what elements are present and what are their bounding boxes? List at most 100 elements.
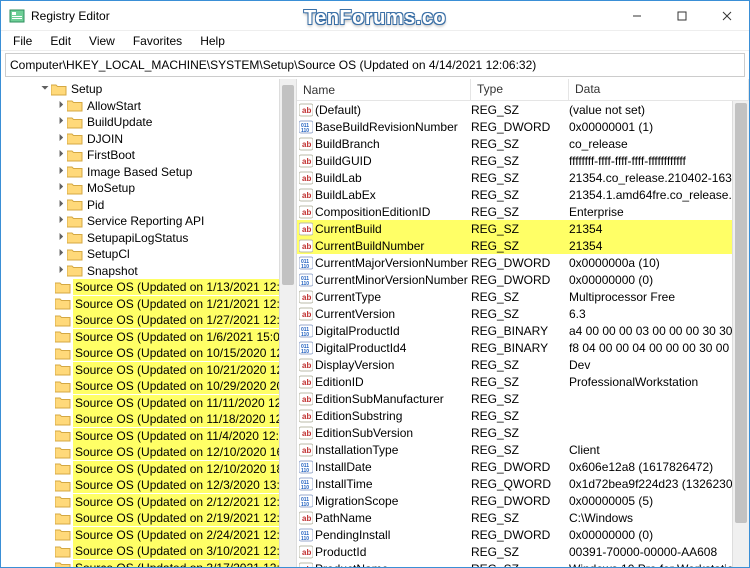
value-type-icon: ab (297, 103, 315, 117)
tree-expander[interactable]: ⏵ (55, 213, 67, 229)
tree-expander[interactable]: ⏵ (55, 180, 67, 196)
tree-expander[interactable]: ⏵ (55, 98, 67, 114)
value-row[interactable]: 011110InstallDateREG_DWORD0x606e12a8 (16… (297, 458, 749, 475)
values-scrollbar[interactable] (732, 101, 749, 567)
tree-node[interactable]: ⏵MoSetup (1, 180, 296, 197)
value-row[interactable]: abPathNameREG_SZC:\Windows (297, 509, 749, 526)
value-row[interactable]: abBuildLabExREG_SZ21354.1.amd64fre.co_re… (297, 186, 749, 203)
value-row[interactable]: abEditionSubstringREG_SZ (297, 407, 749, 424)
value-type-icon: ab (297, 307, 315, 321)
tree-node[interactable]: Source OS (Updated on 2/19/2021 12:07:50… (1, 510, 296, 527)
tree-node[interactable]: Source OS (Updated on 3/17/2021 12:09:02… (1, 560, 296, 568)
menu-edit[interactable]: Edit (42, 32, 79, 50)
value-row[interactable]: abCurrentBuildNumberREG_SZ21354 (297, 237, 749, 254)
tree-node[interactable]: Source OS (Updated on 12/10/2020 16:22:3… (1, 444, 296, 461)
value-name: DigitalProductId4 (315, 341, 406, 355)
address-bar[interactable]: Computer\HKEY_LOCAL_MACHINE\SYSTEM\Setup… (5, 53, 745, 77)
tree-node[interactable]: ⏵Image Based Setup (1, 164, 296, 181)
value-row[interactable]: abProductNameREG_SZWindows 10 Pro for Wo… (297, 560, 749, 567)
tree-node[interactable]: ⏵Pid (1, 197, 296, 214)
minimize-button[interactable] (614, 1, 659, 30)
tree-expander[interactable]: ⏵ (55, 197, 67, 213)
tree-node[interactable]: Source OS (Updated on 11/18/2020 12:10:2… (1, 411, 296, 428)
tree-node[interactable]: Source OS (Updated on 12/10/2020 18:17:4… (1, 461, 296, 478)
tree-expander[interactable]: ⏵ (55, 147, 67, 163)
value-row[interactable]: 011110BaseBuildRevisionNumberREG_DWORD0x… (297, 118, 749, 135)
tree-expander[interactable]: ⏵ (55, 114, 67, 130)
col-name[interactable]: Name (297, 79, 471, 100)
tree-node[interactable]: ⏷Setup (1, 81, 296, 98)
tree-node[interactable]: Source OS (Updated on 1/21/2021 12:17:12… (1, 296, 296, 313)
tree-node[interactable]: ⏵SetupapiLogStatus (1, 230, 296, 247)
value-row[interactable]: 011110PendingInstallREG_DWORD0x00000000 … (297, 526, 749, 543)
value-row[interactable]: abEditionSubVersionREG_SZ (297, 424, 749, 441)
value-data: 21354.1.amd64fre.co_release.210402-1630 (569, 188, 749, 202)
tree-node[interactable]: ⏵SetupCl (1, 246, 296, 263)
tree-node[interactable]: ⏵BuildUpdate (1, 114, 296, 131)
value-row[interactable]: 011110CurrentMinorVersionNumberREG_DWORD… (297, 271, 749, 288)
value-name: PendingInstall (315, 528, 390, 542)
col-data[interactable]: Data (569, 79, 749, 100)
value-row[interactable]: abCurrentBuildREG_SZ21354 (297, 220, 749, 237)
values-pane[interactable]: Name Type Data ab(Default)REG_SZ(value n… (297, 79, 749, 567)
menu-bar: File Edit View Favorites Help (1, 31, 749, 51)
column-headers[interactable]: Name Type Data (297, 79, 749, 101)
tree-expander[interactable]: ⏵ (55, 246, 67, 262)
value-row[interactable]: abCurrentVersionREG_SZ6.3 (297, 305, 749, 322)
value-row[interactable]: 011110CurrentMajorVersionNumberREG_DWORD… (297, 254, 749, 271)
tree-expander[interactable]: ⏵ (55, 263, 67, 279)
value-row[interactable]: 011110DigitalProductIdREG_BINARYa4 00 00… (297, 322, 749, 339)
value-data: 0x00000000 (0) (569, 273, 749, 287)
tree-expander[interactable]: ⏵ (55, 131, 67, 147)
value-row[interactable]: abEditionSubManufacturerREG_SZ (297, 390, 749, 407)
value-row[interactable]: abInstallationTypeREG_SZClient (297, 441, 749, 458)
tree-node[interactable]: ⏵DJOIN (1, 131, 296, 148)
tree-node[interactable]: Source OS (Updated on 10/15/2020 12:23:1… (1, 345, 296, 362)
tree-node[interactable]: ⏵Service Reporting API (1, 213, 296, 230)
tree-node[interactable]: Source OS (Updated on 1/27/2021 12:11:00… (1, 312, 296, 329)
tree-node[interactable]: Source OS (Updated on 3/10/2021 12:13:19… (1, 543, 296, 560)
tree-expander[interactable]: ⏷ (39, 81, 51, 97)
tree-node[interactable]: Source OS (Updated on 2/12/2021 12:12:22… (1, 494, 296, 511)
menu-help[interactable]: Help (192, 32, 233, 50)
tree-node[interactable]: Source OS (Updated on 2/24/2021 12:19:16… (1, 527, 296, 544)
tree-node[interactable]: ⏵AllowStart (1, 98, 296, 115)
value-row[interactable]: ab(Default)REG_SZ(value not set) (297, 101, 749, 118)
tree-pane[interactable]: ⏷Setup⏵AllowStart⏵BuildUpdate⏵DJOIN⏵Firs… (1, 79, 297, 567)
value-row[interactable]: abProductIdREG_SZ00391-70000-00000-AA608 (297, 543, 749, 560)
tree-node[interactable]: Source OS (Updated on 10/29/2020 20:12:4… (1, 378, 296, 395)
tree-expander[interactable]: ⏵ (55, 230, 67, 246)
value-row[interactable]: abCurrentTypeREG_SZMultiprocessor Free (297, 288, 749, 305)
tree-node[interactable]: Source OS (Updated on 11/4/2020 12:18:55… (1, 428, 296, 445)
value-row[interactable]: abBuildBranchREG_SZco_release (297, 135, 749, 152)
tree-node[interactable]: Source OS (Updated on 11/11/2020 12:06:3… (1, 395, 296, 412)
close-button[interactable] (704, 1, 749, 30)
menu-file[interactable]: File (5, 32, 40, 50)
value-row[interactable]: 011110MigrationScopeREG_DWORD0x00000005 … (297, 492, 749, 509)
value-name: BuildGUID (315, 154, 372, 168)
tree-expander[interactable]: ⏵ (55, 164, 67, 180)
menu-view[interactable]: View (81, 32, 123, 50)
tree-node[interactable]: Source OS (Updated on 1/13/2021 12:14:43… (1, 279, 296, 296)
value-name: BuildLabEx (315, 188, 376, 202)
folder-icon (55, 511, 71, 525)
menu-favorites[interactable]: Favorites (125, 32, 190, 50)
maximize-button[interactable] (659, 1, 704, 30)
tree-node[interactable]: ⏵FirstBoot (1, 147, 296, 164)
tree-node[interactable]: ⏵Snapshot (1, 263, 296, 280)
value-row[interactable]: abBuildLabREG_SZ21354.co_release.210402-… (297, 169, 749, 186)
value-row[interactable]: abEditionIDREG_SZProfessionalWorkstation (297, 373, 749, 390)
value-row[interactable]: abDisplayVersionREG_SZDev (297, 356, 749, 373)
tree-node[interactable]: Source OS (Updated on 10/21/2020 12:15:1… (1, 362, 296, 379)
value-row[interactable]: abCompositionEditionIDREG_SZEnterprise (297, 203, 749, 220)
tree-label: Source OS (Updated on 10/29/2020 20:12:4… (73, 378, 297, 394)
tree-scrollbar[interactable] (279, 79, 296, 567)
tree-node[interactable]: Source OS (Updated on 12/3/2020 13:56:00… (1, 477, 296, 494)
value-row[interactable]: 011110DigitalProductId4REG_BINARYf8 04 0… (297, 339, 749, 356)
value-row[interactable]: abBuildGUIDREG_SZffffffff-ffff-ffff-ffff… (297, 152, 749, 169)
value-type: REG_SZ (471, 392, 569, 406)
col-type[interactable]: Type (471, 79, 569, 100)
value-row[interactable]: 011110InstallTimeREG_QWORD0x1d72bea9f224… (297, 475, 749, 492)
title-bar: Registry Editor (1, 1, 749, 31)
tree-node[interactable]: Source OS (Updated on 1/6/2021 15:04:17) (1, 329, 296, 346)
